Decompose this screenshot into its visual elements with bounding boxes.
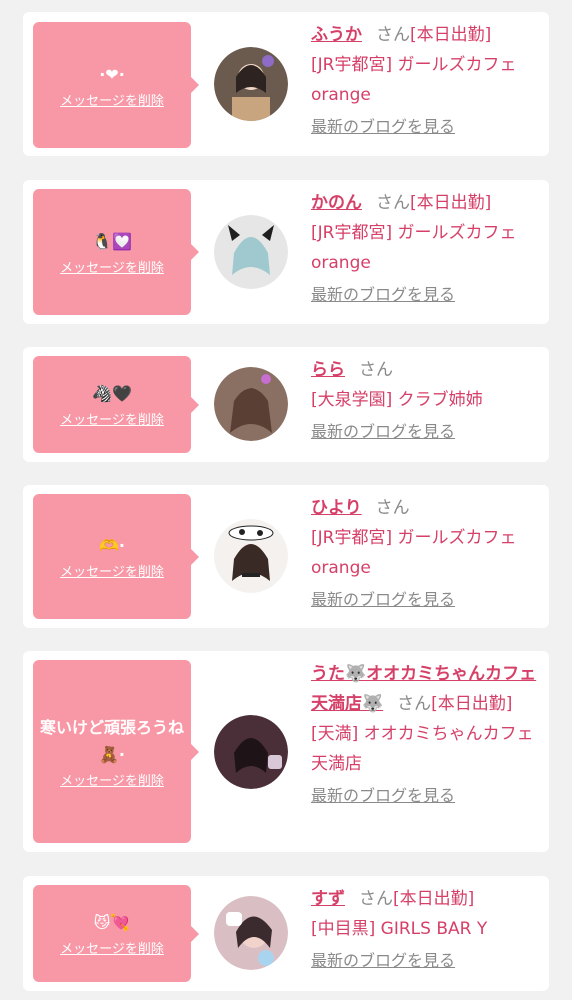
delete-message-link[interactable]: メッセージを削除 xyxy=(60,942,164,958)
avatar[interactable] xyxy=(214,715,288,789)
profile-info: らら さん [大泉学園] クラブ姉姉 最新のブログを見る xyxy=(311,355,539,443)
shop-text: [大泉学園] クラブ姉姉 xyxy=(311,390,483,410)
delete-message-link[interactable]: メッセージを削除 xyxy=(60,261,164,277)
honorific: さん xyxy=(376,193,410,213)
profile-name-link[interactable]: ふうか xyxy=(311,25,362,45)
message-text: ·❤· xyxy=(99,64,125,84)
status-text: [本日出勤] xyxy=(410,193,492,213)
shop-text: [JR宇都宮] ガールズカフェ orange xyxy=(311,528,517,578)
avatar[interactable] xyxy=(214,47,288,121)
blog-link[interactable]: 最新のブログを見る xyxy=(311,950,539,972)
message-card: 😼💘 メッセージを削除 すず さん[本日出勤] [中目黒] GIRLS BAR Y… xyxy=(23,876,549,991)
blog-link[interactable]: 最新のブログを見る xyxy=(311,785,539,807)
blog-link[interactable]: 最新のブログを見る xyxy=(311,116,539,138)
status-text: [本日出勤] xyxy=(431,694,513,714)
message-list: ·❤· メッセージを削除 ふうか さん[本日出勤] [JR宇都宮] ガールズカフェ… xyxy=(0,0,572,1000)
honorific: さん xyxy=(359,360,393,380)
status-text: [本日出勤] xyxy=(393,889,475,909)
message-bubble: 寒いけど頑張ろうね🧸· メッセージを削除 xyxy=(33,660,199,843)
message-text: 😼💘 xyxy=(93,913,131,932)
message-card: ·❤· メッセージを削除 ふうか さん[本日出勤] [JR宇都宮] ガールズカフェ… xyxy=(23,12,549,156)
message-bubble: 🐧💟 メッセージを削除 xyxy=(33,189,199,315)
profile-name-link[interactable]: らら xyxy=(311,360,345,380)
status-text: [本日出勤] xyxy=(410,25,492,45)
shop-text: [天満] オオカミちゃんカフェ天満店 xyxy=(311,724,534,774)
avatar[interactable] xyxy=(214,896,288,970)
delete-message-link[interactable]: メッセージを削除 xyxy=(60,774,164,790)
honorific: さん xyxy=(376,25,410,45)
honorific: さん xyxy=(359,889,393,909)
honorific: さん xyxy=(397,694,432,714)
shop-text: [JR宇都宮] ガールズカフェ orange xyxy=(311,55,517,105)
message-text: 🐧💟 xyxy=(92,231,132,251)
message-text: 🦓🖤 xyxy=(92,384,132,403)
delete-message-link[interactable]: メッセージを削除 xyxy=(60,565,164,581)
blog-link[interactable]: 最新のブログを見る xyxy=(311,589,539,611)
message-text: 寒いけど頑張ろうね🧸· xyxy=(39,717,184,764)
blog-link[interactable]: 最新のブログを見る xyxy=(311,284,539,306)
message-card: 🐧💟 メッセージを削除 かのん さん[本日出勤] [JR宇都宮] ガールズカフェ … xyxy=(23,180,549,324)
avatar[interactable] xyxy=(214,519,288,593)
message-card: 🦓🖤 メッセージを削除 らら さん [大泉学園] クラブ姉姉 最新のブログを見る xyxy=(23,347,549,462)
message-card: 🫶· メッセージを削除 ひより さん [JR宇都宮] ガールズカフェ orange… xyxy=(23,485,549,628)
shop-text: [中目黒] GIRLS BAR Y xyxy=(311,919,488,939)
delete-message-link[interactable]: メッセージを削除 xyxy=(60,413,164,429)
message-bubble: 🫶· メッセージを削除 xyxy=(33,494,199,619)
profile-info: うた🐺オオカミちゃんカフェ天満店🐺 さん[本日出勤] [天満] オオカミちゃんカフ… xyxy=(311,659,539,807)
profile-info: ひより さん [JR宇都宮] ガールズカフェ orange 最新のブログを見る xyxy=(311,493,539,611)
profile-name-link[interactable]: ひより xyxy=(311,498,362,518)
message-bubble: 😼💘 メッセージを削除 xyxy=(33,885,199,982)
profile-name-link[interactable]: かのん xyxy=(311,193,362,213)
delete-message-link[interactable]: メッセージを削除 xyxy=(60,94,164,110)
message-bubble: ·❤· メッセージを削除 xyxy=(33,22,199,148)
profile-info: かのん さん[本日出勤] [JR宇都宮] ガールズカフェ orange 最新のブロ… xyxy=(311,188,539,306)
blog-link[interactable]: 最新のブログを見る xyxy=(311,421,539,443)
shop-text: [JR宇都宮] ガールズカフェ orange xyxy=(311,223,517,273)
message-bubble: 🦓🖤 メッセージを削除 xyxy=(33,356,199,453)
honorific: さん xyxy=(375,498,410,518)
profile-info: すず さん[本日出勤] [中目黒] GIRLS BAR Y 最新のブログを見る xyxy=(311,884,539,972)
avatar[interactable] xyxy=(214,367,288,441)
message-text: 🫶· xyxy=(99,536,125,555)
message-card: 寒いけど頑張ろうね🧸· メッセージを削除 うた🐺オオカミちゃんカフェ天満店🐺 さん… xyxy=(23,651,549,852)
profile-info: ふうか さん[本日出勤] [JR宇都宮] ガールズカフェ orange 最新のブロ… xyxy=(311,20,539,138)
avatar[interactable] xyxy=(214,215,288,289)
profile-name-link[interactable]: すず xyxy=(311,889,345,909)
